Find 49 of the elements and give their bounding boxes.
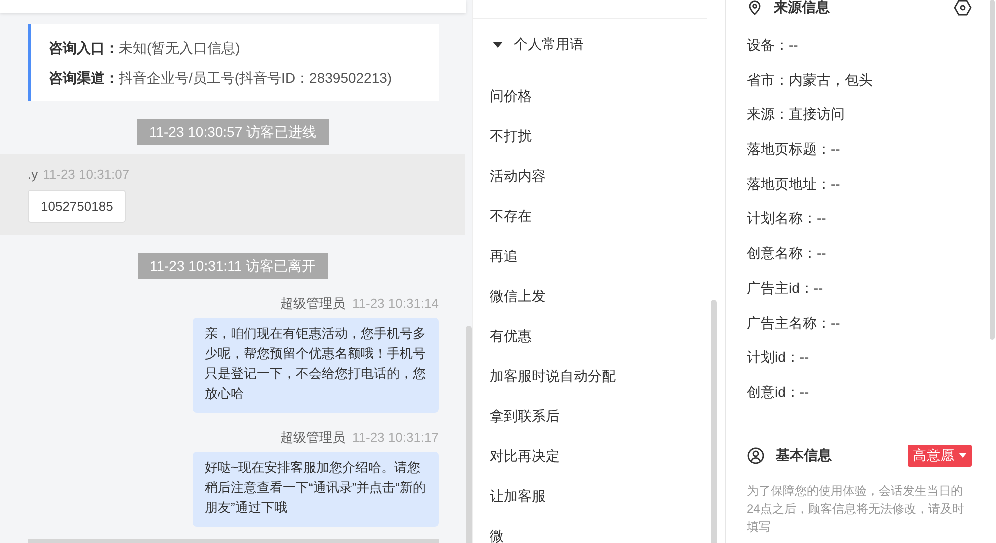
message-bubble: 1052750185 <box>28 190 126 223</box>
message-bubble: 好哒~现在安排客服加您介绍哈。请您稍后注意查看一下“通讯录”并点击“新的朋友”通过下哦 <box>193 452 439 527</box>
location-pin-icon <box>747 0 763 16</box>
phrase-item[interactable]: 加客服时说自动分配 <box>473 366 725 406</box>
field-value: 抖音企业号/员工号(抖音号ID：2839502213) <box>119 70 392 86</box>
scrollbar[interactable] <box>990 0 995 340</box>
field-value: 未知(暂无入口信息) <box>119 40 240 56</box>
field-label: 咨询渠道： <box>49 70 119 86</box>
phrase-item[interactable]: 不打扰 <box>473 126 725 166</box>
phrase-item[interactable]: 让加客服 <box>473 486 725 526</box>
message-time: 11-23 10:31:07 <box>43 167 130 182</box>
info-field: 创意名称：-- <box>747 244 972 279</box>
message-time: 11-23 10:31:17 <box>352 430 439 445</box>
phrase-item[interactable]: 不存在 <box>473 206 725 246</box>
notice-text: 为了保障您的使用体验，会话发生当日的24点之后，顾客信息将无法修改，请及时填写 <box>747 482 966 536</box>
phrase-item[interactable]: 拿到联系后 <box>473 406 725 446</box>
sender-name: 超级管理员 <box>280 430 346 445</box>
info-field: 落地页地址：-- <box>747 174 972 210</box>
field-label: 咨询入口： <box>49 40 119 56</box>
scrollbar[interactable] <box>711 300 717 543</box>
info-field: 落地页标题：-- <box>747 140 972 175</box>
intent-dropdown[interactable]: 高意愿 <box>908 444 972 467</box>
phrase-item[interactable]: 对比再决定 <box>473 446 725 486</box>
scrollbar[interactable] <box>466 326 472 543</box>
phrase-item[interactable]: 问价格 <box>473 86 725 126</box>
info-field: 计划名称：-- <box>747 209 972 244</box>
sender-name: 超级管理员 <box>280 296 346 311</box>
settings-icon[interactable] <box>954 0 972 17</box>
info-field: 广告主id：-- <box>747 278 972 314</box>
phrase-item[interactable]: 再追 <box>473 246 725 286</box>
system-message: 11-23 10:31:11 访客已离开 <box>138 253 328 279</box>
sender-name: .y <box>28 167 38 182</box>
message-time: 11-23 10:31:14 <box>352 296 439 311</box>
section-title: 来源信息 <box>774 0 830 17</box>
phrase-group-header[interactable]: 个人常用语 <box>473 36 584 54</box>
info-field: 省市：内蒙古，包头 <box>747 70 972 106</box>
info-field: 来源：直接访问 <box>747 105 972 140</box>
user-icon <box>747 446 765 465</box>
phrase-item[interactable]: 微信上发 <box>473 286 725 326</box>
info-field: 计划id：-- <box>747 348 972 383</box>
phrase-item[interactable]: 活动内容 <box>473 166 725 206</box>
message-bubble: 亲，咱们现在有钜惠活动，您手机号多少呢，帮您预留个优惠名额哦！手机号只是登记一下，不会给您打电话的，您放心哈 <box>193 318 439 413</box>
info-field: 设备：-- <box>747 36 972 71</box>
system-message: 11-23 10:30:57 访客已进线 <box>137 119 329 145</box>
phrase-item[interactable]: 有优惠 <box>473 326 725 366</box>
info-field: 广告主名称：-- <box>747 314 972 348</box>
info-field: 创意id：-- <box>747 382 972 418</box>
phrase-item[interactable]: 微 <box>473 526 725 543</box>
section-title: 基本信息 <box>776 446 832 465</box>
